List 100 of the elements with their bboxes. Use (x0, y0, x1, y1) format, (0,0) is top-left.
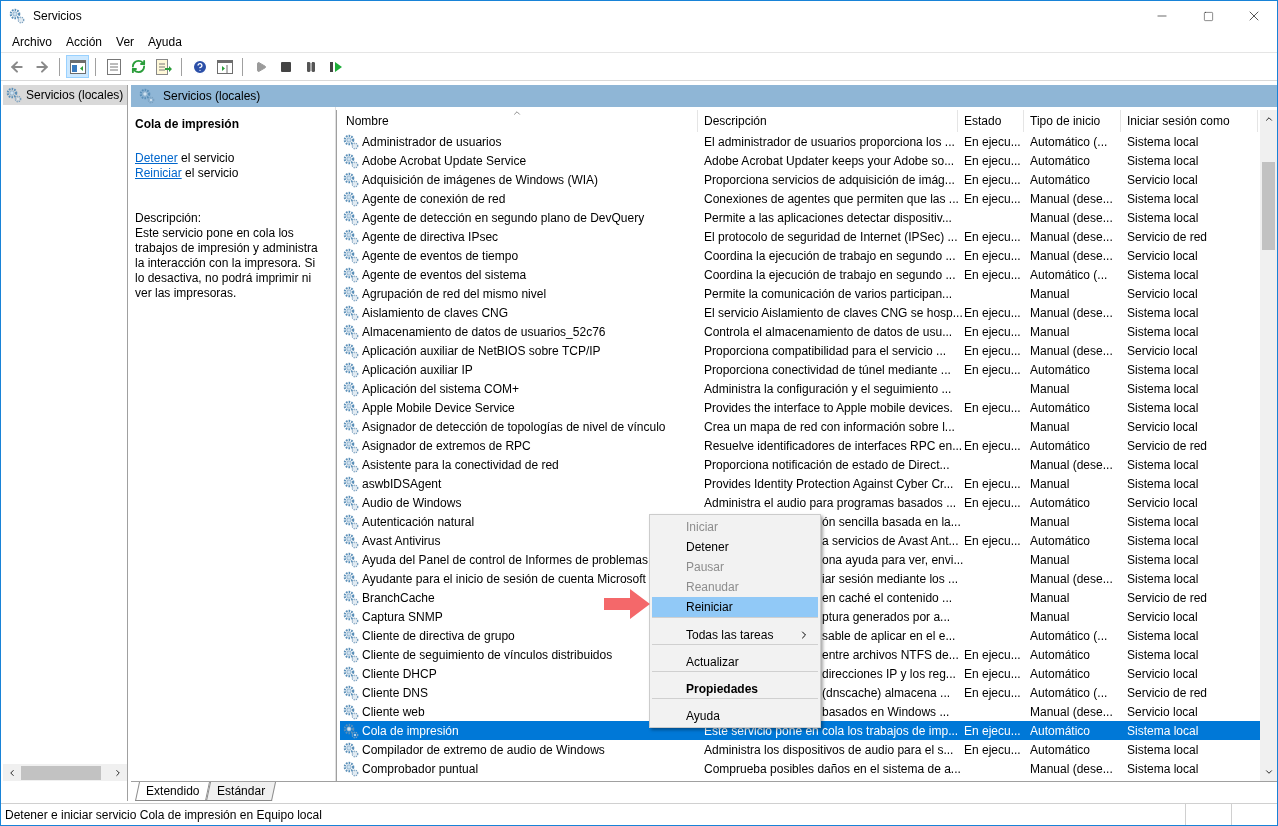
menu-option[interactable]: Propiedades (652, 671, 818, 698)
table-cell-text: Administrador de usuarios (362, 133, 502, 151)
table-cell-text: Crea un mapa de red con información sobre l... (704, 418, 955, 436)
table-cell: Manual (1030, 514, 1070, 529)
table-cell: En ejecu... (964, 666, 1021, 681)
table-cell: Manual (1030, 286, 1070, 301)
horizontal-scrollbar[interactable] (3, 764, 127, 781)
table-cell: En ejecu... (964, 305, 1021, 320)
table-cell-text: Adquisición de imágenes de Windows (WIA) (362, 171, 599, 189)
scroll-down-icon (1263, 767, 1274, 777)
console-tree-button[interactable] (66, 55, 89, 78)
table-cell-text: Agrupación de red del mismo nivel (362, 285, 547, 303)
table-cell: Sistema local (1127, 647, 1199, 662)
table-cell: Servicio local (1127, 666, 1198, 681)
table-cell-text: Captura SNMP (362, 608, 443, 626)
table-cell-text: Cola de impresión (362, 722, 459, 740)
table-cell: Manual (1030, 476, 1070, 491)
menu-option[interactable]: Reiniciar (652, 597, 818, 617)
window-panes-icon (216, 59, 233, 74)
column-header[interactable]: Estado (958, 110, 1024, 132)
column-header[interactable]: Nombre (340, 110, 698, 132)
table-cell: Sistema local (1127, 628, 1199, 643)
table-cell-text: Agente de directiva IPsec (362, 228, 499, 246)
table-cell: Manual (1030, 324, 1070, 339)
table-cell: Servicio local (1127, 419, 1198, 434)
table-cell: En ejecu... (964, 495, 1021, 510)
table-cell-text: Controla el almacenamiento de datos de usu... (704, 323, 953, 341)
table-cell-text: basados en Windows ... (822, 703, 950, 721)
table-cell-text: El protocolo de seguridad de Internet (IPSec) ... (704, 228, 958, 246)
table-cell: En ejecu... (964, 362, 1021, 377)
gears-icon (343, 190, 359, 207)
scrollbar-thumb[interactable] (21, 765, 101, 780)
table-cell-text: sable de aplicar en el e... (822, 627, 956, 645)
table-cell-text: ona ayuda para ver, envi... (822, 551, 964, 569)
scrollbar-thumb[interactable] (1262, 162, 1275, 250)
help-icon (191, 58, 208, 75)
action-link[interactable]: Detener (135, 151, 178, 165)
column-header[interactable]: Iniciar sesión como (1121, 110, 1258, 132)
view-tab[interactable]: Extendido (135, 782, 211, 801)
table-cell: En ejecu... (964, 267, 1021, 282)
gears-icon (343, 266, 359, 283)
table-cell: Servicio local (1127, 286, 1198, 301)
vertical-scrollbar[interactable] (1260, 110, 1277, 781)
table-cell: En ejecu... (964, 438, 1021, 453)
table-cell: Sistema local (1127, 191, 1199, 206)
table-cell: Servicio de red (1127, 685, 1208, 700)
menu-item[interactable]: Ver (109, 32, 142, 51)
table-cell-text: BranchCache (362, 589, 435, 607)
menu-option[interactable]: Todas las tareas (652, 617, 818, 644)
table-cell: Sistema local (1127, 305, 1199, 320)
table-cell-text: ón sencilla basada en la... (822, 513, 961, 531)
table-cell: Manual (dese... (1030, 305, 1113, 320)
column-header[interactable]: Tipo de inicio (1024, 110, 1121, 132)
table-cell: Manual (1030, 381, 1070, 396)
table-cell-text: a servicios de Avast Ant... (822, 532, 959, 550)
table-cell: Sistema local (1127, 324, 1199, 339)
menu-item[interactable]: Ayuda (141, 32, 189, 51)
menu-option[interactable]: Detener (652, 537, 818, 557)
table-cell-text: Proporciona servicios de adquisición de imág... (704, 171, 955, 189)
table-cell: Manual (1030, 419, 1070, 434)
table-cell-text: Proporciona compatibilidad para el servicio ... (704, 342, 947, 360)
tree-item[interactable]: Servicios (locales) (3, 85, 127, 105)
menu-option[interactable]: Actualizar (652, 644, 818, 671)
table-cell: En ejecu... (964, 343, 1021, 358)
table-cell: Automático (1030, 438, 1091, 453)
gears-icon (343, 361, 359, 378)
table-cell-text: Autenticación natural (362, 513, 475, 531)
gears-icon (343, 171, 359, 188)
table-cell-text: Coordina la ejecución de trabajo en segundo ... (704, 266, 956, 284)
gears-icon (343, 209, 359, 226)
gears-icon (343, 741, 359, 758)
gears-icon (343, 646, 359, 663)
table-cell: Automático (1030, 153, 1091, 168)
table-cell-text: Cliente web (362, 703, 425, 721)
column-header[interactable]: Descripción (698, 110, 958, 132)
menu-option[interactable]: Ayuda (652, 698, 818, 725)
gears-icon (343, 437, 359, 454)
table-cell-text: Administra la configuración y el seguimiento ... (704, 380, 952, 398)
gears-icon (343, 513, 359, 530)
table-cell: En ejecu... (964, 723, 1021, 738)
sort-ascending-icon (512, 108, 522, 118)
action-link[interactable]: Reiniciar (135, 166, 182, 180)
table-cell: Sistema local (1127, 153, 1199, 168)
menu-item[interactable]: Archivo (5, 32, 59, 51)
forward-arrow-icon (33, 58, 50, 75)
view-tab[interactable]: Estándar (206, 782, 277, 801)
table-cell-text: Compilador de extremo de audio de Windows (362, 741, 605, 759)
table-cell-text: Proporciona conectividad de túnel mediante ... (704, 361, 951, 379)
table-cell-text: Permite a las aplicaciones detectar dispositiv... (704, 209, 952, 227)
menu-item[interactable]: Acción (59, 32, 110, 51)
gears-icon (343, 589, 359, 606)
gears-icon (9, 8, 25, 24)
panel-title: Servicios (locales) (163, 88, 261, 105)
table-cell: Manual (1030, 552, 1070, 567)
table-cell-text: Aplicación auxiliar IP (362, 361, 473, 379)
table-cell-text: Provides Identity Protection Against Cyber Cr... (704, 475, 954, 493)
table-cell-text: Adobe Acrobat Update Service (362, 152, 527, 170)
table-cell: En ejecu... (964, 685, 1021, 700)
status-text: Detener e iniciar servicio Cola de impresión en Equipo local (4, 806, 323, 824)
gears-icon (343, 551, 359, 568)
